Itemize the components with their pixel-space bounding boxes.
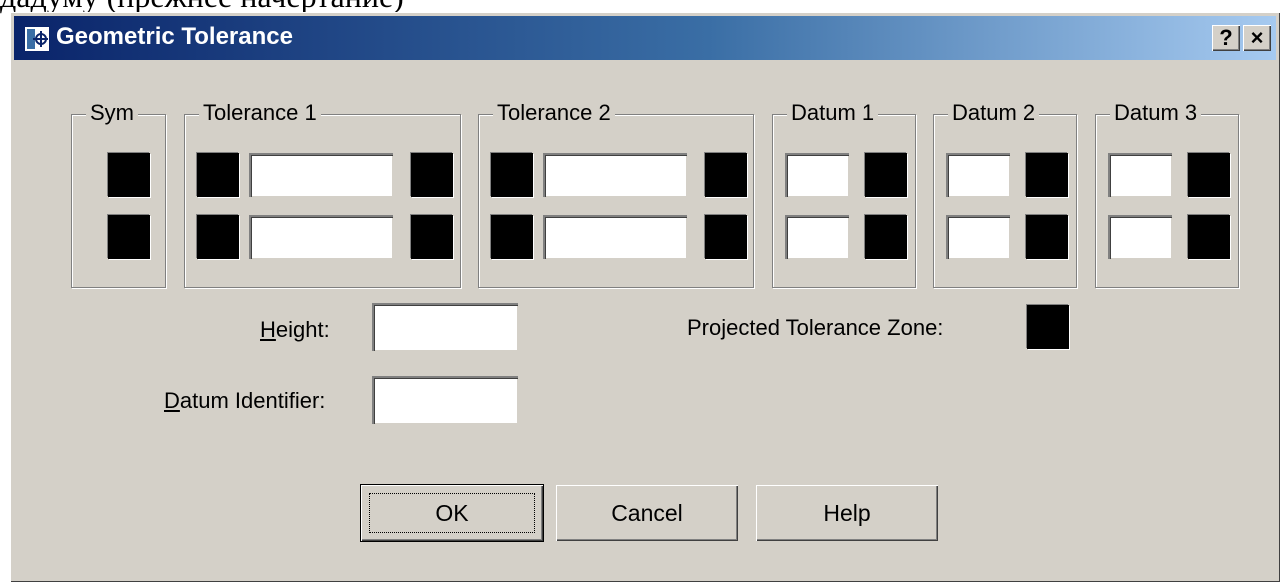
help-title-button[interactable]: ? (1212, 25, 1240, 51)
datum-3-value-field-1[interactable] (1108, 153, 1172, 197)
datum-2-value-field-2[interactable] (946, 215, 1010, 259)
tolerance-2-group-label: Tolerance 2 (493, 99, 615, 127)
tolerance-1-diameter-swatch-1[interactable] (197, 153, 239, 197)
tolerance-2-value-field-1[interactable] (543, 153, 687, 197)
tolerance-1-material-swatch-1[interactable] (411, 153, 453, 197)
datum-2-group: Datum 2 (933, 99, 1077, 288)
projected-tolerance-zone-label: Projected Tolerance Zone: (687, 315, 944, 340)
tolerance-2-diameter-swatch-2[interactable] (491, 215, 533, 259)
sym-swatch-2[interactable] (108, 215, 150, 259)
close-button[interactable]: × (1243, 25, 1271, 51)
sym-group: Sym (71, 99, 166, 288)
tolerance-1-value-field-2[interactable] (249, 215, 393, 259)
datum-1-value-field-1[interactable] (785, 153, 849, 197)
projected-tolerance-zone-swatch[interactable] (1027, 305, 1069, 349)
datum-1-group: Datum 1 (772, 99, 916, 288)
datum-identifier-label-accelerator: D (164, 388, 180, 413)
datum-1-material-swatch-1[interactable] (865, 153, 907, 197)
datum-3-group: Datum 3 (1095, 99, 1239, 288)
title-bar[interactable]: Geometric Tolerance ? × (14, 16, 1276, 60)
tolerance-1-diameter-swatch-2[interactable] (197, 215, 239, 259)
tolerance-2-value-field-2[interactable] (543, 215, 687, 259)
tolerance-2-material-swatch-1[interactable] (705, 153, 747, 197)
tolerance-1-group-label: Tolerance 1 (199, 99, 321, 127)
sym-group-label: Sym (86, 99, 138, 127)
datum-3-value-field-2[interactable] (1108, 215, 1172, 259)
height-label: Height: (260, 317, 330, 343)
sym-swatch-1[interactable] (108, 153, 150, 197)
height-label-accelerator: H (260, 317, 276, 342)
height-input[interactable] (372, 303, 518, 351)
datum-identifier-input[interactable] (372, 376, 518, 424)
ok-button[interactable]: OK (361, 485, 543, 541)
cancel-button[interactable]: Cancel (556, 485, 738, 541)
geometric-tolerance-icon (24, 26, 50, 52)
datum-3-group-label: Datum 3 (1110, 99, 1202, 127)
datum-identifier-label: Datum Identifier: (164, 388, 325, 414)
tolerance-1-value-field-1[interactable] (249, 153, 393, 197)
datum-2-value-field-1[interactable] (946, 153, 1010, 197)
tolerance-2-diameter-swatch-1[interactable] (491, 153, 533, 197)
datum-3-material-swatch-2[interactable] (1188, 215, 1230, 259)
ok-button-label: OK (435, 500, 469, 526)
datum-2-material-swatch-1[interactable] (1026, 153, 1068, 197)
tolerance-1-material-swatch-2[interactable] (411, 215, 453, 259)
tolerance-2-group: Tolerance 2 (478, 99, 754, 288)
tolerance-2-material-swatch-2[interactable] (705, 215, 747, 259)
datum-identifier-label-text: atum Identifier: (179, 388, 326, 413)
height-label-text: eight: (275, 317, 330, 342)
window-title: Geometric Tolerance (56, 23, 293, 50)
datum-3-material-swatch-1[interactable] (1188, 153, 1230, 197)
datum-1-material-swatch-2[interactable] (865, 215, 907, 259)
help-button[interactable]: Help (756, 485, 938, 541)
datum-1-value-field-2[interactable] (785, 215, 849, 259)
datum-2-group-label: Datum 2 (948, 99, 1040, 127)
datum-1-group-label: Datum 1 (787, 99, 879, 127)
tolerance-1-group: Tolerance 1 (184, 99, 461, 288)
geometric-tolerance-dialog: Geometric Tolerance ? × Sym Tolerance 1 … (10, 12, 1280, 582)
datum-2-material-swatch-2[interactable] (1026, 215, 1068, 259)
